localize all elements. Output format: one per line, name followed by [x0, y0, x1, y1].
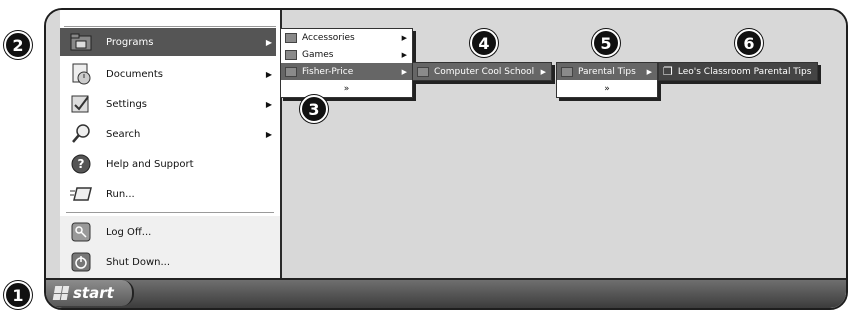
submenu-arrow-icon: ▶ — [401, 50, 407, 59]
expand-menu-button[interactable]: » — [557, 80, 657, 97]
menu-item-label: Settings — [106, 98, 148, 110]
start-label: start — [73, 284, 114, 302]
expand-menu-button[interactable]: » — [281, 80, 412, 97]
shut-down-button[interactable]: Shut Down... — [60, 248, 276, 276]
program-group-icon — [285, 49, 297, 60]
log-off-button[interactable]: Log Off... — [60, 218, 276, 246]
menu-item-label: Parental Tips — [578, 66, 636, 77]
menu-item-label: Documents — [106, 68, 164, 80]
run-icon — [68, 182, 94, 206]
program-group-icon — [285, 32, 297, 43]
menu-item-run[interactable]: Run... — [60, 180, 276, 208]
menu-item-parental-tips[interactable]: Parental Tips ▶ — [557, 63, 657, 80]
expand-chevron-icon: » — [604, 83, 610, 94]
shut-down-label: Shut Down... — [106, 256, 170, 268]
svg-text:?: ? — [78, 157, 85, 171]
submenu-arrow-icon: ▶ — [265, 129, 272, 139]
fisher-price-submenu: Computer Cool School ▶ — [412, 62, 552, 81]
menu-item-documents[interactable]: Documents ▶ — [60, 60, 276, 88]
menu-item-label: Help and Support — [106, 158, 194, 170]
menu-item-label: Programs — [106, 36, 154, 48]
submenu-arrow-icon: ▶ — [540, 67, 546, 76]
submenu-arrow-icon: ▶ — [401, 67, 407, 76]
callout-6: 6 — [735, 29, 763, 57]
callout-1: 1 — [4, 281, 32, 309]
menu-item-help-and-support[interactable]: ? Help and Support — [60, 150, 276, 178]
submenu-arrow-icon: ▶ — [265, 37, 272, 47]
programs-submenu: Accessories ▶ Games ▶ Fisher-Price ▶ » — [280, 28, 413, 98]
menu-item-settings[interactable]: Settings ▶ — [60, 90, 276, 118]
start-menu: Programs ▶ Documents ▶ Settings ▶ Search… — [60, 10, 282, 278]
parental-tips-submenu: ❐ Leo's Classroom Parental Tips — [658, 62, 818, 81]
help-icon: ? — [68, 152, 94, 176]
program-group-icon — [285, 66, 297, 77]
menu-item-fisher-price[interactable]: Fisher-Price ▶ — [281, 63, 412, 80]
documents-icon — [68, 62, 94, 86]
search-icon — [68, 122, 94, 146]
submenu-arrow-icon: ▶ — [265, 99, 272, 109]
screen-frame: Programs ▶ Documents ▶ Settings ▶ Search… — [44, 8, 848, 310]
log-off-icon — [68, 220, 94, 244]
shut-down-icon — [68, 250, 94, 274]
program-group-icon — [417, 66, 429, 77]
taskbar: start — [46, 278, 846, 308]
menu-item-label: Fisher-Price — [302, 66, 354, 77]
menu-item-search[interactable]: Search ▶ — [60, 120, 276, 148]
callout-2: 2 — [4, 31, 32, 59]
document-help-icon: ❐ — [663, 65, 673, 78]
program-group-icon — [561, 66, 573, 77]
programs-folder-icon — [68, 30, 94, 54]
settings-icon — [68, 92, 94, 116]
menu-item-label: Accessories — [302, 32, 355, 43]
callout-4: 4 — [470, 29, 498, 57]
menu-item-label: Leo's Classroom Parental Tips — [677, 66, 812, 77]
menu-item-accessories[interactable]: Accessories ▶ — [281, 29, 412, 46]
expand-chevron-icon: » — [343, 83, 350, 94]
menu-item-label: Computer Cool School — [434, 66, 535, 77]
log-off-label: Log Off... — [106, 226, 152, 238]
start-menu-divider — [66, 212, 274, 213]
menu-item-games[interactable]: Games ▶ — [281, 46, 412, 63]
menu-item-computer-cool-school[interactable]: Computer Cool School ▶ — [413, 63, 551, 80]
callout-3: 3 — [300, 95, 328, 123]
start-button[interactable]: start — [46, 280, 134, 306]
menu-item-leos-classroom-parental-tips[interactable]: ❐ Leo's Classroom Parental Tips — [659, 63, 817, 80]
menu-item-label: Games — [302, 49, 334, 60]
menu-item-label: Search — [106, 128, 141, 140]
submenu-arrow-icon: ▶ — [646, 67, 652, 76]
menu-item-label: Run... — [106, 188, 135, 200]
start-menu-divider — [64, 26, 276, 27]
callout-5: 5 — [592, 29, 620, 57]
submenu-arrow-icon: ▶ — [265, 69, 272, 79]
windows-logo-icon — [52, 286, 70, 300]
submenu-arrow-icon: ▶ — [401, 33, 407, 42]
menu-item-programs[interactable]: Programs ▶ — [60, 28, 276, 56]
cool-school-submenu: Parental Tips ▶ » — [556, 62, 658, 98]
